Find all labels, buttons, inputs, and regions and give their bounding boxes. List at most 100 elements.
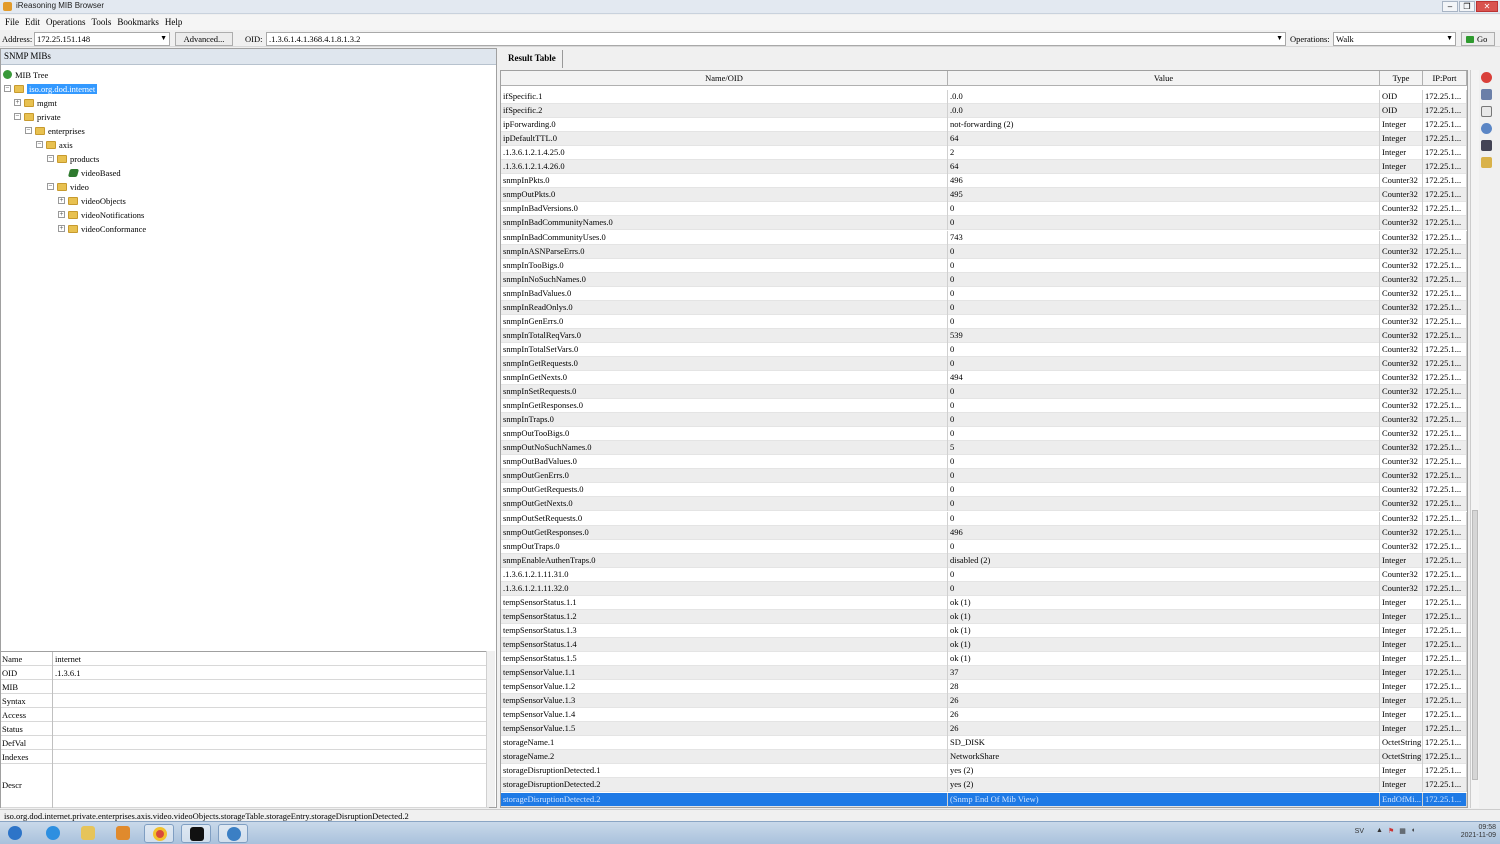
menu-help[interactable]: Help — [164, 15, 188, 30]
property-value[interactable] — [52, 708, 489, 722]
collapse-icon[interactable]: − — [36, 141, 43, 148]
table-row[interactable]: ipDefaultTTL.0 64 Integer 172.25.1... — [501, 132, 1467, 147]
table-row[interactable]: tempSensorValue.1.3 26 Integer 172.25.1... — [501, 694, 1467, 709]
property-value[interactable] — [52, 722, 489, 736]
table-row[interactable]: ipForwarding.0 not-forwarding (2) Integer 1… — [501, 118, 1467, 133]
menu-edit[interactable]: Edit — [24, 15, 45, 30]
column-header-name-oid[interactable]: Name/OID — [501, 71, 948, 86]
property-value[interactable]: internet — [52, 652, 489, 666]
table-row[interactable]: .1.3.6.1.2.1.4.26.0 64 Integer 172.25.1... — [501, 160, 1467, 175]
table-row[interactable]: snmpOutTraps.0 0 Counter32 172.25.1... — [501, 539, 1467, 554]
taskbar-ie[interactable] — [38, 824, 68, 843]
clock[interactable]: 09:58 2021-11-09 — [1446, 824, 1496, 840]
taskbar-chrome[interactable] — [144, 824, 174, 843]
stop-icon[interactable] — [1481, 72, 1492, 83]
property-value[interactable] — [52, 694, 489, 708]
result-scrollbar[interactable] — [1470, 70, 1479, 808]
tree-node-internet[interactable]: − iso.org.dod.internet — [4, 82, 98, 95]
table-row[interactable]: ifSpecific.2.0.0 OID 172.25.1... — [501, 104, 1467, 119]
tree-node-videoconformance[interactable]: + videoConformance — [58, 222, 146, 235]
open-folder-icon[interactable] — [1481, 157, 1492, 168]
expand-icon[interactable]: + — [58, 211, 65, 218]
table-row[interactable]: snmpInBadCommunityNames.0 0 Counter32 172.2… — [501, 216, 1467, 231]
tree-node-products[interactable]: − products — [47, 152, 99, 165]
table-row[interactable]: snmpInTotalSetVars.0 0 Counter32 172.25.1..… — [501, 342, 1467, 357]
table-row[interactable]: snmpInBadCommunityUses.0 743 Counter32 172.… — [501, 230, 1467, 245]
table-row[interactable]: snmpEnableAuthenTraps.0 disabled (2) Integ… — [501, 553, 1467, 568]
table-row[interactable]: snmpOutGetRequests.0 0 Counter32 172.25.1..… — [501, 483, 1467, 498]
tree-root[interactable]: MIB Tree — [3, 68, 48, 81]
taskbar-media[interactable] — [108, 824, 138, 843]
tree-node-video[interactable]: − video — [47, 180, 89, 193]
table-row[interactable]: storageDisruptionDetected.1 yes (2) Intege… — [501, 764, 1467, 779]
maximize-button[interactable]: ❐ — [1459, 1, 1475, 12]
table-row[interactable]: snmpInNoSuchNames.0 0 Counter32 172.25.1... — [501, 272, 1467, 287]
collapse-icon[interactable]: − — [25, 127, 32, 134]
table-row[interactable]: storageDisruptionDetected.2 yes (2) Intege… — [501, 778, 1467, 793]
flag-icon[interactable]: ⚑ — [1388, 827, 1394, 835]
table-row[interactable]: tempSensorStatus.1.2 ok (1) Integer 172.25.… — [501, 609, 1467, 624]
column-header-type[interactable]: Type — [1380, 71, 1423, 86]
tree-node-videoobjects[interactable]: + videoObjects — [58, 194, 126, 207]
table-row[interactable]: snmpOutTooBigs.0 0 Counter32 172.25.1... — [501, 427, 1467, 442]
taskbar-cmd[interactable] — [181, 824, 211, 843]
table-row[interactable]: snmpOutSetRequests.0 0 Counter32 172.25.1..… — [501, 511, 1467, 526]
collapse-icon[interactable]: − — [47, 155, 54, 162]
language-indicator[interactable]: SV — [1355, 828, 1364, 835]
table-row[interactable]: tempSensorStatus.1.1 ok (1) Integer 172.25.… — [501, 595, 1467, 610]
taskbar-mib-browser[interactable] — [218, 824, 248, 843]
scrollbar-thumb[interactable] — [1472, 510, 1478, 780]
table-row[interactable]: snmpInBadValues.0 0 Counter32 172.25.1... — [501, 286, 1467, 301]
print-icon[interactable] — [1481, 140, 1492, 151]
table-row[interactable]: snmpOutGenErrs.0 0 Counter32 172.25.1... — [501, 469, 1467, 484]
table-row[interactable]: storageDisruptionDetected.2 (Snmp End Of … — [501, 792, 1467, 807]
table-row[interactable]: snmpOutPkts.0 495 Counter32 172.25.1... — [501, 188, 1467, 203]
tree-node-videonotifications[interactable]: + videoNotifications — [58, 208, 144, 221]
table-row[interactable]: snmpInGetRequests.0 0 Counter32 172.25.1... — [501, 356, 1467, 371]
table-row[interactable]: .1.3.6.1.2.1.11.31.0 0 Counter32 172.25.1..… — [501, 567, 1467, 582]
table-row[interactable]: snmpInGetNexts.0 494 Counter32 172.25.1... — [501, 371, 1467, 385]
table-row[interactable]: snmpOutGetNexts.0 0 Counter32 172.25.1... — [501, 497, 1467, 512]
menu-operations[interactable]: Operations — [45, 15, 91, 30]
collapse-icon[interactable]: − — [4, 85, 11, 92]
table-row[interactable]: tempSensorStatus.1.4 ok (1) Integer 172.25.… — [501, 637, 1467, 652]
operations-select[interactable]: Walk ▼ — [1333, 32, 1456, 46]
property-value[interactable] — [52, 680, 489, 694]
table-row[interactable]: snmpInTraps.0 0 Counter32 172.25.1... — [501, 413, 1467, 428]
table-row[interactable]: snmpInBadVersions.0 0 Counter32 172.25.1... — [501, 202, 1467, 217]
column-header-ip-port[interactable]: IP:Port — [1423, 71, 1467, 86]
menu-tools[interactable]: Tools — [91, 15, 117, 30]
property-value[interactable]: .1.3.6.1 — [52, 666, 489, 680]
table-row[interactable]: storageName.1 SD_DISK OctetString 172.25.1.… — [501, 736, 1467, 751]
tree-node-mgmt[interactable]: + mgmt — [14, 96, 57, 109]
table-row[interactable]: tempSensorValue.1.4 26 Integer 172.25.1... — [501, 708, 1467, 723]
table-row[interactable]: ifSpecific.1.0.0 OID 172.25.1... — [501, 90, 1467, 104]
chevron-up-icon[interactable]: ▲ — [1376, 827, 1383, 835]
property-value[interactable] — [52, 750, 489, 764]
menu-bookmarks[interactable]: Bookmarks — [116, 15, 164, 30]
table-row[interactable]: snmpInASNParseErrs.0 0 Counter32 172.25.1..… — [501, 244, 1467, 259]
table-row[interactable]: .1.3.6.1.2.1.11.32.0 0 Counter32 172.25.1..… — [501, 581, 1467, 596]
table-row[interactable]: snmpInPkts.0 496 Counter32 172.25.1... — [501, 174, 1467, 189]
table-row[interactable]: snmpOutBadValues.0 0 Counter32 172.25.1... — [501, 455, 1467, 470]
tree-node-enterprises[interactable]: − enterprises — [25, 124, 85, 137]
expand-icon[interactable]: + — [14, 99, 21, 106]
oid-combo[interactable]: .1.3.6.1.4.1.368.4.1.8.1.3.2 ▼ — [266, 32, 1286, 46]
table-row[interactable]: snmpInTooBigs.0 0 Counter32 172.25.1... — [501, 258, 1467, 273]
tab-result-table[interactable]: Result Table — [502, 50, 563, 68]
table-row[interactable]: tempSensorValue.1.2 28 Integer 172.25.1... — [501, 680, 1467, 695]
address-combo[interactable]: 172.25.151.148 ▼ — [34, 32, 170, 46]
table-row[interactable]: snmpInReadOnlys.0 0 Counter32 172.25.1... — [501, 300, 1467, 315]
tree-node-videobased[interactable]: videoBased — [67, 166, 121, 179]
find-icon[interactable] — [1481, 123, 1492, 134]
table-row[interactable]: .1.3.6.1.2.1.4.25.0 2 Integer 172.25.1... — [501, 146, 1467, 161]
start-button[interactable] — [2, 824, 28, 843]
save-icon[interactable] — [1481, 89, 1492, 100]
column-header-value[interactable]: Value — [948, 71, 1380, 86]
property-value[interactable] — [52, 736, 489, 750]
table-row[interactable]: snmpInSetRequests.0 0 Counter32 172.25.1... — [501, 385, 1467, 400]
expand-icon[interactable]: + — [58, 197, 65, 204]
table-row[interactable]: tempSensorValue.1.1 37 Integer 172.25.1... — [501, 666, 1467, 681]
advanced-button[interactable]: Advanced... — [175, 32, 233, 46]
table-row[interactable]: snmpInTotalReqVars.0 539 Counter32 172.25.1… — [501, 328, 1467, 343]
